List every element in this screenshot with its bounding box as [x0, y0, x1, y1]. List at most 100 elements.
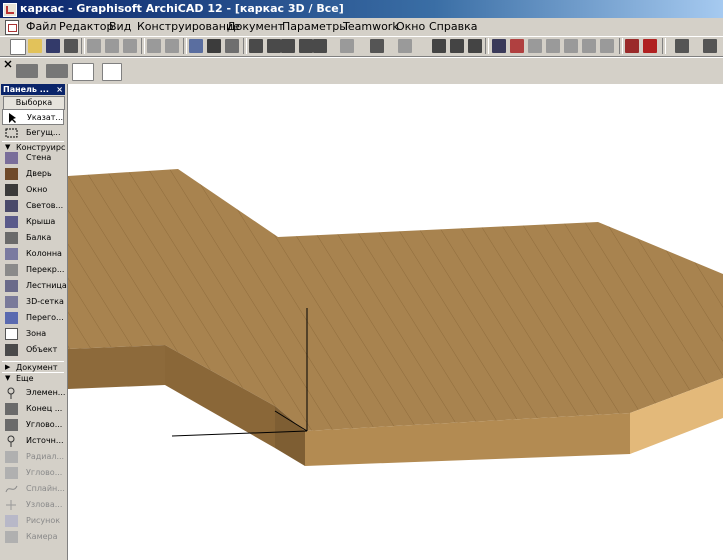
magic-wand-icon[interactable] — [249, 39, 263, 53]
tool-label: Перего... — [26, 313, 64, 322]
window-title: каркас - Graphisoft ArchiCAD 12 - [карка… — [20, 2, 344, 15]
tool-end[interactable]: Конец ... — [2, 401, 64, 417]
tool-picture[interactable]: Рисунок — [2, 513, 64, 529]
tool-label: Узлова... — [26, 500, 63, 509]
more-section[interactable]: ▼ Еще — [2, 372, 64, 384]
orbit-icon[interactable] — [72, 63, 94, 81]
tool-spline[interactable]: Сплайн... — [2, 481, 65, 497]
undo-icon[interactable] — [147, 39, 161, 53]
angle-icon — [5, 467, 18, 479]
tool-beam[interactable]: Балка — [2, 230, 64, 246]
door-icon — [5, 168, 18, 180]
tool-door[interactable]: Дверь — [2, 166, 64, 182]
3d-viewport[interactable] — [68, 84, 723, 560]
selection-header[interactable]: Выборка — [3, 96, 65, 110]
tool-label: Элемен... — [26, 388, 66, 397]
pointer-icon[interactable] — [102, 63, 122, 81]
layer-icon[interactable] — [370, 39, 384, 53]
find-select-icon[interactable] — [189, 39, 203, 53]
tool-camera[interactable]: Камера — [2, 529, 64, 545]
fillet-icon[interactable] — [564, 39, 578, 53]
tool-light-source[interactable]: Источн... — [2, 433, 64, 449]
tool-wall[interactable]: Стена — [2, 150, 64, 166]
mirror-icon[interactable] — [492, 39, 506, 53]
zoom-icon[interactable] — [703, 39, 717, 53]
picture-icon — [5, 515, 18, 527]
rotate-icon[interactable] — [510, 39, 524, 53]
navigate-icon[interactable] — [16, 64, 38, 78]
object-icon — [5, 344, 18, 356]
paste-icon[interactable] — [123, 39, 137, 53]
tool-zone[interactable]: Зона — [2, 326, 64, 342]
beam-icon — [5, 232, 18, 244]
cut-icon[interactable] — [87, 39, 101, 53]
tool-window[interactable]: Окно — [2, 182, 64, 198]
eyedropper-icon[interactable] — [207, 39, 221, 53]
menu-view[interactable]: Вид — [109, 20, 131, 34]
close-icon[interactable] — [4, 59, 12, 68]
marquee-icon — [5, 127, 18, 139]
tool-object[interactable]: Объект — [2, 342, 64, 358]
render-icon[interactable] — [625, 39, 639, 53]
column-icon — [5, 248, 18, 260]
section-icon[interactable] — [450, 39, 464, 53]
tool-label: Конец ... — [26, 404, 63, 413]
gravity-icon[interactable] — [281, 39, 295, 53]
tool-slab[interactable]: Перекр... — [2, 262, 64, 278]
tool-label: Сплайн... — [26, 484, 65, 493]
new-icon[interactable] — [10, 39, 26, 55]
menu-options[interactable]: Параметры — [282, 20, 348, 34]
light-source-icon — [5, 435, 18, 447]
tool-label: Рисунок — [26, 516, 61, 525]
tool-label: Объект — [26, 345, 58, 354]
tool-skylight[interactable]: Светов... — [2, 198, 64, 214]
camera-view-icon[interactable] — [46, 64, 68, 78]
drag-icon[interactable] — [546, 39, 560, 53]
display-icon[interactable] — [675, 39, 689, 53]
marker-icon[interactable] — [643, 39, 657, 53]
tool-radial[interactable]: Радиал... — [2, 449, 64, 465]
trace-icon[interactable] — [313, 39, 327, 53]
menu-bar: Файл Редактор Вид Конструирование Докуме… — [0, 18, 723, 36]
print-icon[interactable] — [64, 39, 78, 53]
syringe-icon[interactable] — [225, 39, 239, 53]
tool-label: Указат... — [27, 113, 64, 122]
tool-marquee[interactable]: Бегущ... — [2, 125, 64, 141]
menu-teamwork[interactable]: Teamwork — [343, 20, 399, 34]
delete-icon[interactable] — [468, 39, 482, 53]
tool-hotspot[interactable]: Узлова... — [2, 497, 64, 513]
tool-pointer[interactable]: Указат... — [2, 109, 64, 125]
dropdown-arrow-icon[interactable] — [267, 39, 281, 53]
toolbox-close-button[interactable]: × — [56, 84, 63, 95]
tool-column[interactable]: Колонна — [2, 246, 64, 262]
dropdown-arrow-icon[interactable] — [299, 39, 313, 53]
tool-angle[interactable]: Углово... — [2, 465, 64, 481]
tool-corner[interactable]: Углово... — [2, 417, 64, 433]
copy-icon[interactable] — [105, 39, 119, 53]
radial-icon — [5, 451, 18, 463]
menu-design[interactable]: Конструирование — [137, 20, 240, 34]
document-icon[interactable] — [5, 20, 19, 35]
camera-icon — [5, 531, 18, 543]
open-icon[interactable] — [28, 39, 42, 53]
tool-label: Лестница — [26, 281, 67, 290]
explode-icon[interactable] — [582, 39, 596, 53]
tool-stair[interactable]: Лестница — [2, 278, 67, 294]
redo-icon[interactable] — [165, 39, 179, 53]
section-label: Еще — [16, 374, 34, 383]
resize-icon[interactable] — [600, 39, 614, 53]
menu-file[interactable]: Файл — [26, 20, 56, 34]
elevate-icon[interactable] — [528, 39, 542, 53]
save-icon[interactable] — [46, 39, 60, 53]
tool-mesh[interactable]: 3D-сетка — [2, 294, 64, 310]
menu-window[interactable]: Окно — [396, 20, 425, 34]
grid-icon[interactable] — [340, 39, 354, 53]
menu-help[interactable]: Справка — [429, 20, 477, 34]
menu-edit[interactable]: Редактор — [59, 20, 114, 34]
pen-icon[interactable] — [398, 39, 412, 53]
tool-roof[interactable]: Крыша — [2, 214, 64, 230]
tool-element[interactable]: Элемен... — [2, 385, 66, 401]
tool-curtain-wall[interactable]: Перего... — [2, 310, 64, 326]
floor-plan-icon[interactable] — [432, 39, 446, 53]
menu-document[interactable]: Документ — [227, 20, 284, 34]
